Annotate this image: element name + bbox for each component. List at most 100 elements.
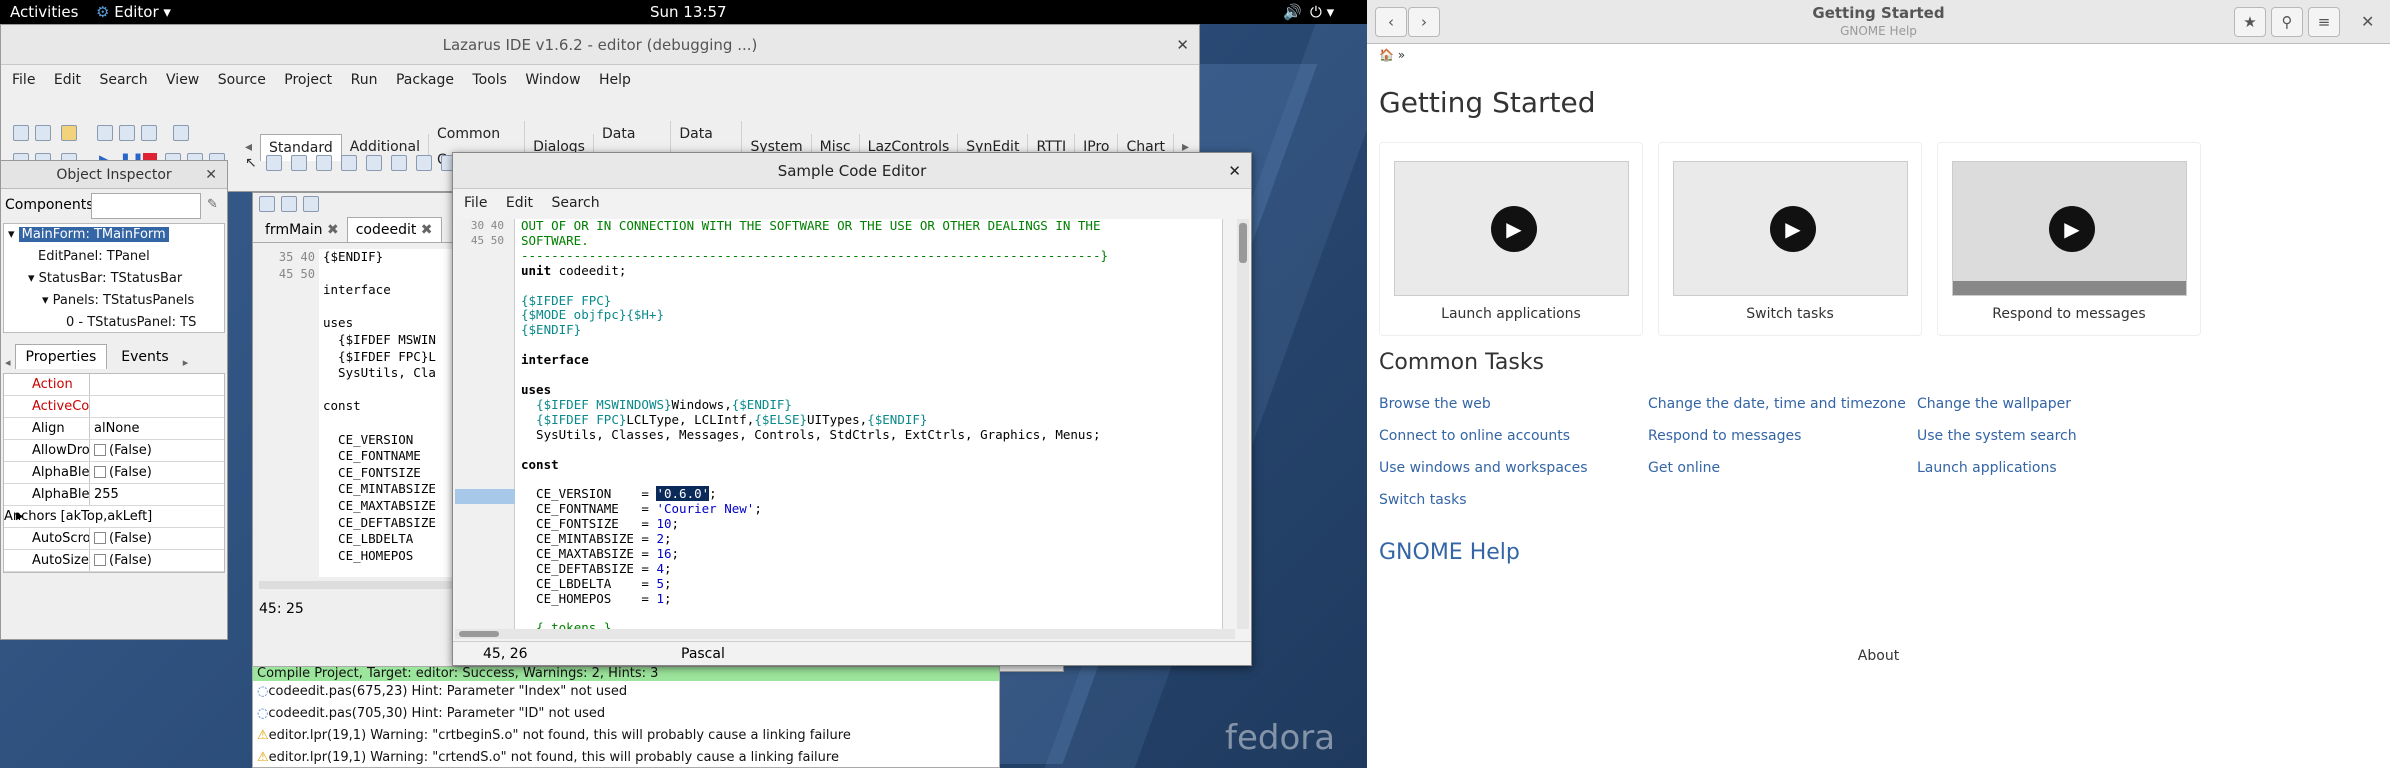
tab-scroll-right-icon[interactable]: ▸: [183, 356, 189, 369]
close-icon[interactable]: ✖: [421, 222, 433, 238]
task-link[interactable]: Connect to online accounts: [1379, 428, 1570, 444]
menu-edit[interactable]: Edit: [47, 67, 88, 93]
menu-run[interactable]: Run: [344, 67, 385, 93]
jump-back-icon[interactable]: [259, 196, 275, 212]
home-icon[interactable]: 🏠: [1379, 48, 1394, 62]
tab-properties[interactable]: Properties: [14, 344, 108, 369]
menu-icon[interactable]: ≡: [2308, 7, 2340, 37]
tab-codeedit[interactable]: codeedit ✖: [346, 217, 442, 242]
source-code-area[interactable]: {$ENDIF} interface uses {$IFDEF MSWIN {$…: [319, 249, 459, 577]
property-row[interactable]: AutoScroll (False): [4, 528, 224, 550]
new-file-icon[interactable]: [13, 125, 29, 141]
video-card[interactable]: ▶ Switch tasks: [1658, 142, 1922, 336]
new-form-icon[interactable]: [35, 125, 51, 141]
task-link[interactable]: Respond to messages: [1648, 428, 1801, 444]
task-link[interactable]: Get online: [1648, 460, 1720, 476]
bookmark-icon[interactable]: ★: [2234, 7, 2266, 37]
components-filter-input[interactable]: [91, 193, 201, 219]
tab-events[interactable]: Events: [111, 345, 178, 369]
video-card[interactable]: ▶ Respond to messages: [1937, 142, 2201, 336]
task-link[interactable]: Use the system search: [1917, 428, 2077, 444]
tab-frmmain[interactable]: frmMain ✖: [257, 218, 347, 242]
play-icon[interactable]: ▶: [1491, 206, 1537, 252]
close-icon[interactable]: ✕: [2361, 12, 2374, 31]
scrollbar-thumb[interactable]: [1239, 223, 1247, 263]
tree-node[interactable]: ▾ StatusBar: TStatusBar: [4, 268, 224, 290]
tab-scroll-left-icon[interactable]: ◂: [5, 356, 11, 369]
tree-node[interactable]: 0 - TStatusPanel: TS: [4, 312, 224, 332]
property-row[interactable]: ▶ Anchors [akTop,akLeft]: [4, 506, 224, 528]
play-icon[interactable]: ▶: [2049, 206, 2095, 252]
component-icon[interactable]: [365, 155, 382, 171]
menu-project[interactable]: Project: [277, 67, 339, 93]
menu-file[interactable]: File: [5, 67, 42, 93]
component-icon[interactable]: [290, 155, 307, 171]
menu-search[interactable]: Search: [92, 67, 154, 93]
vertical-scrollbar[interactable]: [1237, 219, 1249, 629]
toggle-form-icon[interactable]: [141, 125, 157, 141]
volume-icon[interactable]: 🔊: [1283, 3, 1302, 21]
sample-code-area[interactable]: OUT OF OR IN CONNECTION WITH THE SOFTWAR…: [515, 219, 1223, 629]
task-link[interactable]: Browse the web: [1379, 396, 1491, 412]
property-row[interactable]: AllowDropFile (False): [4, 440, 224, 462]
play-icon[interactable]: ▶: [1770, 206, 1816, 252]
property-row[interactable]: Align alNone: [4, 418, 224, 440]
horizontal-scrollbar[interactable]: [259, 581, 459, 589]
jump-forward-icon[interactable]: [281, 196, 297, 212]
component-icon[interactable]: [265, 155, 282, 171]
tree-node[interactable]: EditPanel: TPanel: [4, 246, 224, 268]
property-row[interactable]: AlphaBlendVa 255: [4, 484, 224, 506]
message-item[interactable]: ⚠editor.lpr(19,1) Warning: "crtbeginS.o"…: [253, 725, 999, 747]
menu-search[interactable]: Search: [544, 190, 606, 216]
task-link[interactable]: Change the date, time and timezone: [1648, 396, 1906, 412]
clock[interactable]: Sun 13:57: [650, 3, 727, 21]
message-item[interactable]: ⚠editor.lpr(19,1) Warning: "crtendS.o" n…: [253, 747, 999, 767]
tree-node[interactable]: ▾ MainForm: TMainForm: [4, 224, 224, 246]
jump-icon[interactable]: [303, 196, 319, 212]
property-row[interactable]: AlphaBlend (False): [4, 462, 224, 484]
breadcrumb[interactable]: 🏠 »: [1379, 48, 1405, 62]
task-link[interactable]: Launch applications: [1917, 460, 2057, 476]
horizontal-scrollbar[interactable]: [455, 629, 1235, 639]
close-icon[interactable]: ✕: [1228, 153, 1241, 189]
save-icon[interactable]: [97, 125, 113, 141]
open-icon[interactable]: [61, 125, 77, 141]
property-row[interactable]: Action: [4, 374, 224, 396]
task-link[interactable]: Change the wallpaper: [1917, 396, 2071, 412]
component-icon[interactable]: [415, 155, 432, 171]
close-icon[interactable]: ✕: [205, 161, 217, 189]
search-icon[interactable]: ⚲: [2271, 7, 2303, 37]
checkbox[interactable]: [94, 444, 106, 456]
menu-file[interactable]: File: [457, 190, 494, 216]
component-icon[interactable]: [315, 155, 332, 171]
scrollbar-thumb[interactable]: [459, 631, 499, 637]
task-link[interactable]: Switch tasks: [1379, 492, 1467, 508]
pointer-icon[interactable]: ↖: [245, 155, 257, 171]
menu-help[interactable]: Help: [592, 67, 638, 93]
activities-button[interactable]: Activities: [10, 3, 78, 21]
menu-window[interactable]: Window: [518, 67, 587, 93]
close-icon[interactable]: ✖: [327, 222, 339, 238]
power-icon[interactable]: ⏻ ▾: [1310, 3, 1334, 21]
menu-source[interactable]: Source: [211, 67, 273, 93]
menu-edit[interactable]: Edit: [499, 190, 540, 216]
component-icon[interactable]: [390, 155, 407, 171]
checkbox[interactable]: [94, 532, 106, 544]
app-menu[interactable]: ⚙ Editor ▾: [96, 3, 171, 21]
save-all-icon[interactable]: [119, 125, 135, 141]
message-item[interactable]: ◌codeedit.pas(705,30) Hint: Parameter "I…: [253, 703, 999, 725]
message-item[interactable]: Compile Project, Target: editor: Success…: [253, 667, 999, 681]
filter-icon[interactable]: ✎: [207, 197, 218, 212]
gnome-help-link[interactable]: GNOME Help: [1379, 540, 1520, 565]
task-link[interactable]: Use windows and workspaces: [1379, 460, 1588, 476]
component-icon[interactable]: [340, 155, 357, 171]
menu-view[interactable]: View: [159, 67, 206, 93]
property-row[interactable]: AutoSize (False): [4, 550, 224, 572]
checkbox[interactable]: [94, 466, 106, 478]
close-icon[interactable]: ✕: [1176, 25, 1189, 65]
view-units-icon[interactable]: [173, 125, 189, 141]
video-card[interactable]: ▶ Launch applications: [1379, 142, 1643, 336]
checkbox[interactable]: [94, 554, 106, 566]
expand-icon[interactable]: ▶: [16, 506, 24, 528]
menu-tools[interactable]: Tools: [465, 67, 514, 93]
